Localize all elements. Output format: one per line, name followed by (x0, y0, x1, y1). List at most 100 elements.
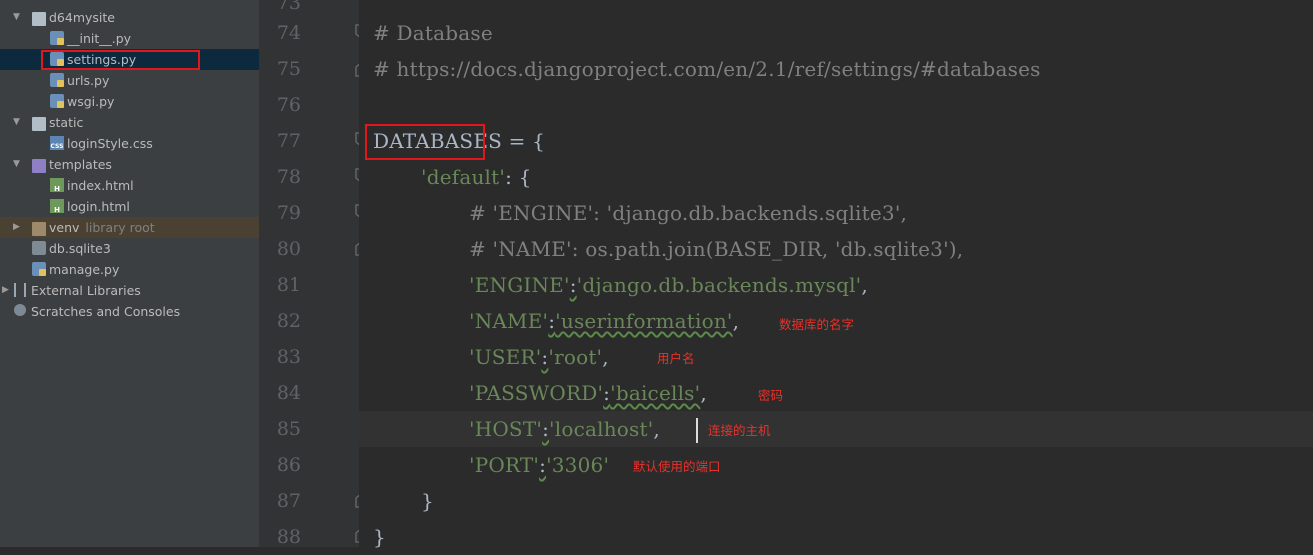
code-line-75[interactable]: # https://docs.djangoproject.com/en/2.1/… (373, 51, 1041, 87)
code-token: , (861, 273, 868, 297)
tree-item-label: db.sqlite3 (49, 241, 111, 256)
code-token: : (542, 417, 550, 441)
line-number: 86 (276, 454, 301, 476)
tree-item-manage-py[interactable]: manage.py (0, 259, 259, 280)
line-number: 87 (276, 490, 301, 512)
code-line-84[interactable]: 'PASSWORD':'baicells', (469, 375, 707, 411)
folder-icon (32, 222, 46, 236)
folder-icon (32, 117, 46, 131)
tree-item-label: loginStyle.css (67, 136, 153, 151)
code-token: , (732, 309, 740, 333)
css-file-icon: CSS (50, 136, 64, 150)
database-file-icon (32, 241, 46, 255)
code-token: 'userinformation' (555, 309, 733, 333)
code-line-80[interactable]: # 'NAME': os.path.join(BASE_DIR, 'db.sql… (469, 231, 963, 267)
code-line-86[interactable]: 'PORT':'3306' (469, 447, 609, 483)
tree-item-label: Scratches and Consoles (31, 304, 181, 319)
tree-item-static[interactable]: ▼ static (0, 112, 259, 133)
tree-item-login-html[interactable]: H login.html (0, 196, 259, 217)
tree-item-index-html[interactable]: H index.html (0, 175, 259, 196)
settings-highlight-box (41, 50, 200, 70)
annotation-host: 连接的主机 (708, 423, 771, 438)
databases-highlight-box (365, 124, 485, 160)
code-token: , (602, 345, 609, 369)
line-number: 79 (276, 202, 301, 224)
tree-item-label: manage.py (49, 262, 120, 277)
tree-item-label: d64mysite (49, 10, 115, 25)
tree-item-db-sqlite3[interactable]: db.sqlite3 (0, 238, 259, 259)
code-token: '3306' (546, 453, 610, 477)
annotation-port: 默认使用的端口 (633, 459, 721, 474)
python-file-icon (32, 262, 46, 276)
tree-item-init-py[interactable]: __init__.py (0, 28, 259, 49)
code-line-78[interactable]: 'default': { (421, 159, 532, 195)
line-number: 85 (276, 418, 301, 440)
annotation-db-name: 数据库的名字 (779, 317, 855, 332)
text-caret (696, 418, 698, 443)
code-token: 'django.db.backends.mysql' (576, 273, 862, 297)
tree-item-urls-py[interactable]: urls.py (0, 70, 259, 91)
tree-item-label: login.html (67, 199, 130, 214)
code-token: 'NAME' (469, 309, 549, 333)
collapse-arrow-icon[interactable]: ▶ (2, 280, 9, 301)
code-line-87[interactable]: } (421, 483, 434, 519)
code-line-81[interactable]: 'ENGINE':'django.db.backends.mysql', (469, 267, 868, 303)
line-number: 82 (276, 310, 301, 332)
code-line-88[interactable]: } (373, 519, 386, 555)
tree-item-d64mysite[interactable]: ▼ d64mysite (0, 7, 259, 28)
code-line-74[interactable]: # Database (373, 15, 493, 51)
code-token: 'default' (421, 165, 506, 189)
tree-item-label: External Libraries (31, 283, 141, 298)
line-number: 77 (276, 130, 301, 152)
code-token: , (700, 381, 707, 405)
code-token: : (569, 273, 577, 297)
line-number: 78 (276, 166, 301, 188)
library-icon (14, 283, 26, 297)
templates-folder-icon (32, 159, 46, 173)
annotation-password: 密码 (758, 388, 784, 403)
line-number: 84 (276, 382, 301, 404)
code-line-83[interactable]: 'USER':'root', (469, 339, 609, 375)
code-line-82[interactable]: 'NAME':'userinformation', (469, 303, 739, 339)
code-line-79[interactable]: # 'ENGINE': 'django.db.backends.sqlite3'… (469, 195, 907, 231)
tree-item-scratches[interactable]: Scratches and Consoles (0, 301, 259, 322)
tree-item-label: static (49, 115, 84, 130)
code-token: 'PASSWORD' (469, 381, 604, 405)
collapse-arrow-icon[interactable]: ▶ (13, 217, 20, 238)
code-token: , (653, 417, 660, 441)
html-file-icon: H (50, 178, 64, 193)
library-root-label: library root (85, 220, 155, 235)
python-file-icon (50, 94, 64, 108)
tree-item-label: __init__.py (67, 31, 132, 46)
tree-item-label: index.html (67, 178, 134, 193)
expand-arrow-icon[interactable]: ▼ (13, 112, 20, 133)
tree-item-venv[interactable]: ▶ venv library root (0, 217, 259, 238)
code-line-85[interactable]: 'HOST':'localhost', (469, 411, 660, 447)
tree-item-label: venv library root (49, 217, 155, 238)
tree-item-external-libraries[interactable]: ▶ External Libraries (0, 280, 259, 301)
code-token: 'ENGINE' (469, 273, 570, 297)
tree-item-label: urls.py (67, 73, 110, 88)
code-token: 'root' (548, 345, 603, 369)
code-token: 'USER' (469, 345, 542, 369)
folder-icon (32, 12, 46, 26)
code-token: 'PORT' (469, 453, 540, 477)
line-number: 80 (276, 238, 301, 260)
line-number: 88 (276, 526, 301, 548)
tree-item-wsgi-py[interactable]: wsgi.py (0, 91, 259, 112)
code-token: 'baicells' (610, 381, 701, 405)
project-tree-panel: ▼ d64mysite __init__.py settings.py urls… (0, 0, 259, 547)
scratches-icon (14, 304, 26, 316)
line-number: 76 (276, 94, 301, 116)
code-token: : { (505, 165, 532, 189)
python-file-icon (50, 31, 64, 45)
annotation-username: 用户名 (657, 351, 695, 366)
expand-arrow-icon[interactable]: ▼ (13, 154, 20, 175)
expand-arrow-icon[interactable]: ▼ (13, 7, 20, 28)
code-token: = { (502, 129, 546, 153)
tree-item-loginstyle-css[interactable]: CSS loginStyle.css (0, 133, 259, 154)
tree-item-templates[interactable]: ▼ templates (0, 154, 259, 175)
line-number: 81 (276, 274, 301, 296)
python-file-icon (50, 73, 64, 87)
code-token: 'localhost' (549, 417, 654, 441)
